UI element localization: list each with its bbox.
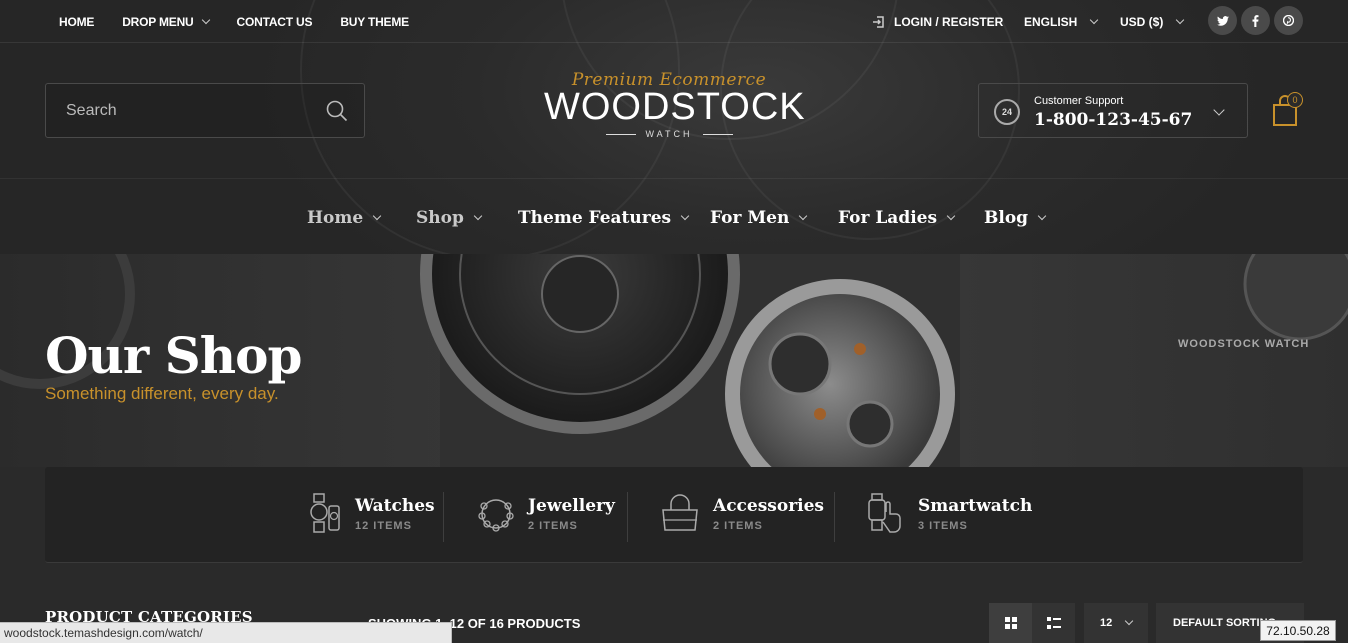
nav-shop[interactable]: Shop bbox=[416, 208, 483, 228]
logo-name: WOODSTOCK bbox=[544, 86, 806, 128]
chevron-down-icon bbox=[1125, 616, 1134, 626]
smartwatch-icon bbox=[868, 493, 901, 533]
category-smartwatch[interactable]: Smartwatch 3 ITEMS bbox=[866, 492, 1032, 536]
language-selector[interactable]: ENGLISH bbox=[1024, 0, 1099, 43]
chevron-down-icon bbox=[473, 211, 483, 221]
chevron-down-icon bbox=[372, 211, 382, 221]
site-logo[interactable]: Premium Ecommerce WOODSTOCK WATCH bbox=[544, 70, 806, 139]
grid-icon bbox=[1004, 617, 1017, 629]
topnav-label: HOME bbox=[59, 14, 95, 29]
category-count: 2 ITEMS bbox=[713, 520, 763, 532]
category-title: Smartwatch bbox=[918, 496, 1033, 516]
chevron-down-icon bbox=[1213, 104, 1225, 116]
category-bar: Watches 12 ITEMS Jewellery 2 ITEMS Acces… bbox=[45, 467, 1303, 563]
breadcrumb[interactable]: WOODSTOCK WATCH bbox=[1178, 338, 1309, 350]
nav-label: Blog bbox=[984, 208, 1029, 228]
category-count: 3 ITEMS bbox=[918, 520, 968, 532]
pinterest-icon[interactable] bbox=[1274, 6, 1303, 35]
necklace-icon bbox=[478, 499, 514, 532]
category-watches[interactable]: Watches 12 ITEMS bbox=[307, 492, 435, 536]
logo-sub: WATCH bbox=[544, 129, 794, 139]
chevron-down-icon bbox=[680, 211, 690, 221]
currency-label: USD ($) bbox=[1120, 14, 1164, 29]
search-box bbox=[45, 83, 365, 138]
chevron-down-icon bbox=[1176, 15, 1185, 24]
hero-title: Our Shop bbox=[45, 326, 302, 385]
divider bbox=[443, 492, 444, 542]
nav-label: Theme Features bbox=[518, 208, 672, 228]
category-text: Accessories 2 ITEMS bbox=[713, 496, 824, 532]
per-page-value: 12 bbox=[1100, 617, 1113, 629]
category-title: Watches bbox=[355, 496, 435, 516]
ip-address-badge: 72.10.50.28 bbox=[1260, 620, 1336, 641]
topnav-contact-us[interactable]: CONTACT US bbox=[237, 15, 313, 29]
hero-tagline: Something different, every day. bbox=[45, 384, 279, 403]
watch-icon bbox=[310, 493, 340, 533]
nav-for-ladies[interactable]: For Ladies bbox=[838, 208, 956, 228]
nav-blog[interactable]: Blog bbox=[984, 208, 1047, 228]
grid-view-button[interactable] bbox=[989, 603, 1032, 643]
category-jewellery[interactable]: Jewellery 2 ITEMS bbox=[476, 492, 615, 536]
chevron-down-icon bbox=[201, 15, 210, 24]
browser-status-url: woodstock.temashdesign.com/watch/ bbox=[0, 622, 452, 643]
category-accessories[interactable]: Accessories 2 ITEMS bbox=[659, 492, 824, 536]
cart-count-badge: 0 bbox=[1287, 92, 1303, 108]
cart-button[interactable]: 0 bbox=[1271, 92, 1303, 133]
login-label: LOGIN / REGISTER bbox=[894, 14, 1004, 29]
facebook-icon[interactable] bbox=[1241, 6, 1270, 35]
chevron-down-icon bbox=[1090, 15, 1099, 24]
topnav-drop-menu[interactable]: DROP MENU bbox=[122, 14, 210, 29]
list-icon bbox=[1046, 617, 1061, 629]
social-links bbox=[1208, 6, 1307, 35]
category-count: 12 ITEMS bbox=[355, 520, 412, 532]
topnav-label: DROP MENU bbox=[122, 14, 194, 29]
nav-home[interactable]: Home bbox=[307, 208, 382, 228]
topnav-label: CONTACT US bbox=[236, 14, 313, 29]
search-input[interactable] bbox=[66, 100, 316, 122]
main-nav: Home Shop Theme Features For Men For Lad… bbox=[0, 178, 1348, 254]
support-label: Customer Support bbox=[1034, 95, 1124, 107]
chevron-down-icon bbox=[946, 211, 956, 221]
nav-for-men[interactable]: For Men bbox=[710, 208, 808, 228]
currency-selector[interactable]: USD ($) bbox=[1120, 0, 1185, 43]
logo-rule bbox=[605, 133, 636, 135]
top-nav: HOME DROP MENU CONTACT US BUY THEME bbox=[59, 0, 437, 43]
login-register-link[interactable]: LOGIN / REGISTER bbox=[872, 0, 1003, 43]
category-text: Jewellery 2 ITEMS bbox=[528, 496, 615, 532]
category-title: Accessories bbox=[713, 496, 824, 516]
nav-label: For Men bbox=[710, 208, 790, 228]
category-text: Watches 12 ITEMS bbox=[355, 496, 435, 532]
category-count: 2 ITEMS bbox=[528, 520, 578, 532]
support-phone: 1-800-123-45-67 bbox=[1034, 110, 1193, 130]
list-view-button[interactable] bbox=[1032, 603, 1075, 643]
per-page-select[interactable]: 12 bbox=[1084, 603, 1148, 643]
top-bar: HOME DROP MENU CONTACT US BUY THEME LOGI… bbox=[0, 0, 1348, 43]
nav-label: Shop bbox=[416, 208, 464, 228]
chevron-down-icon bbox=[799, 211, 808, 221]
topnav-buy-theme[interactable]: BUY THEME bbox=[340, 15, 409, 29]
login-icon bbox=[873, 15, 884, 28]
nav-label: For Ladies bbox=[838, 208, 938, 228]
logo-rule bbox=[702, 133, 733, 135]
search-icon[interactable] bbox=[326, 100, 348, 122]
category-text: Smartwatch 3 ITEMS bbox=[918, 496, 1032, 532]
language-label: ENGLISH bbox=[1024, 14, 1078, 29]
divider bbox=[834, 492, 835, 542]
support-icon-text: 24 bbox=[1001, 107, 1012, 117]
topnav-label: BUY THEME bbox=[340, 14, 409, 29]
handbag-icon bbox=[662, 494, 698, 531]
nav-theme-features[interactable]: Theme Features bbox=[518, 208, 690, 228]
topnav-home[interactable]: HOME bbox=[59, 15, 94, 29]
customer-support-dropdown[interactable]: 24 Customer Support 1-800-123-45-67 bbox=[978, 83, 1248, 138]
chevron-down-icon bbox=[1037, 211, 1047, 221]
divider bbox=[627, 492, 628, 542]
twitter-icon[interactable] bbox=[1208, 6, 1237, 35]
support-24h-icon: 24 bbox=[994, 99, 1020, 125]
nav-label: Home bbox=[307, 208, 364, 228]
category-title: Jewellery bbox=[528, 496, 615, 516]
logo-sub-label: WATCH bbox=[645, 129, 693, 139]
hero-banner: Our Shop Something different, every day.… bbox=[0, 254, 1348, 467]
